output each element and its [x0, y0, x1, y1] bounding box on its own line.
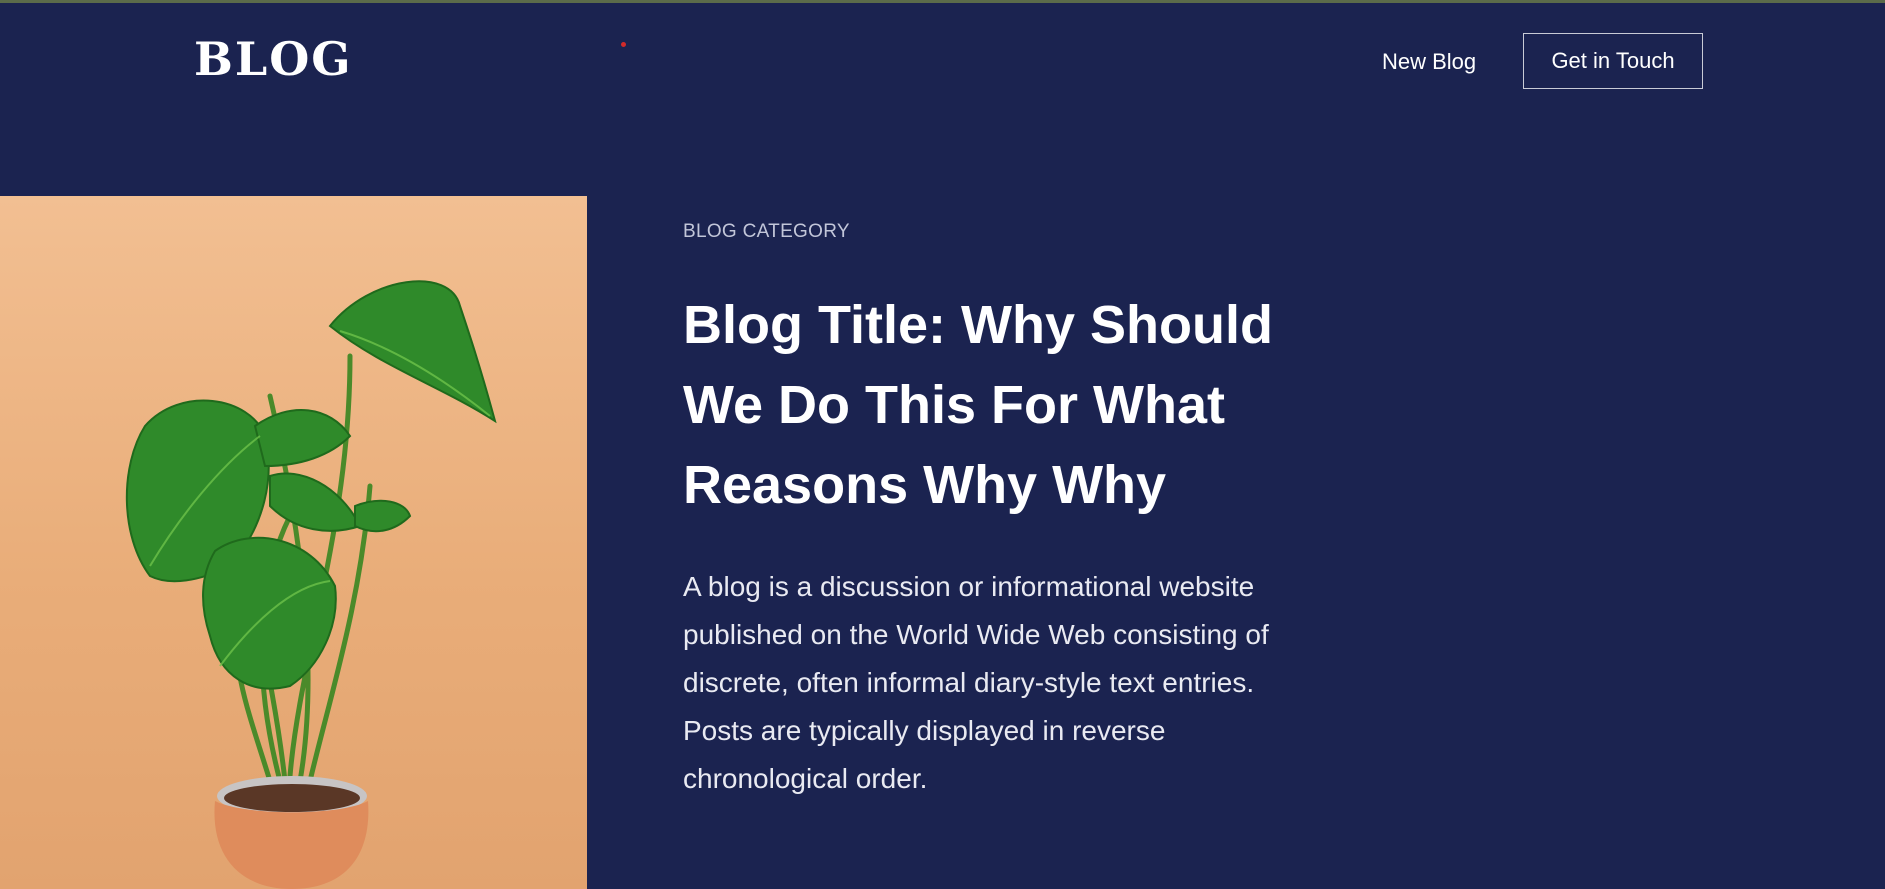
blog-category-label: BLOG CATEGORY — [683, 221, 850, 242]
site-logo[interactable]: BLOG — [194, 36, 353, 82]
hero-plant-image — [0, 196, 587, 889]
blog-title: Blog Title: Why Should We Do This For Wh… — [683, 295, 1273, 515]
nav-new-blog-link[interactable]: New Blog — [1382, 48, 1476, 76]
get-in-touch-button[interactable]: Get in Touch — [1523, 33, 1703, 89]
browser-top-line — [0, 0, 1885, 3]
blog-excerpt: A blog is a discussion or informational … — [683, 571, 1269, 794]
potted-monstera-plant-icon — [125, 280, 497, 889]
red-dot-marker — [621, 42, 626, 47]
